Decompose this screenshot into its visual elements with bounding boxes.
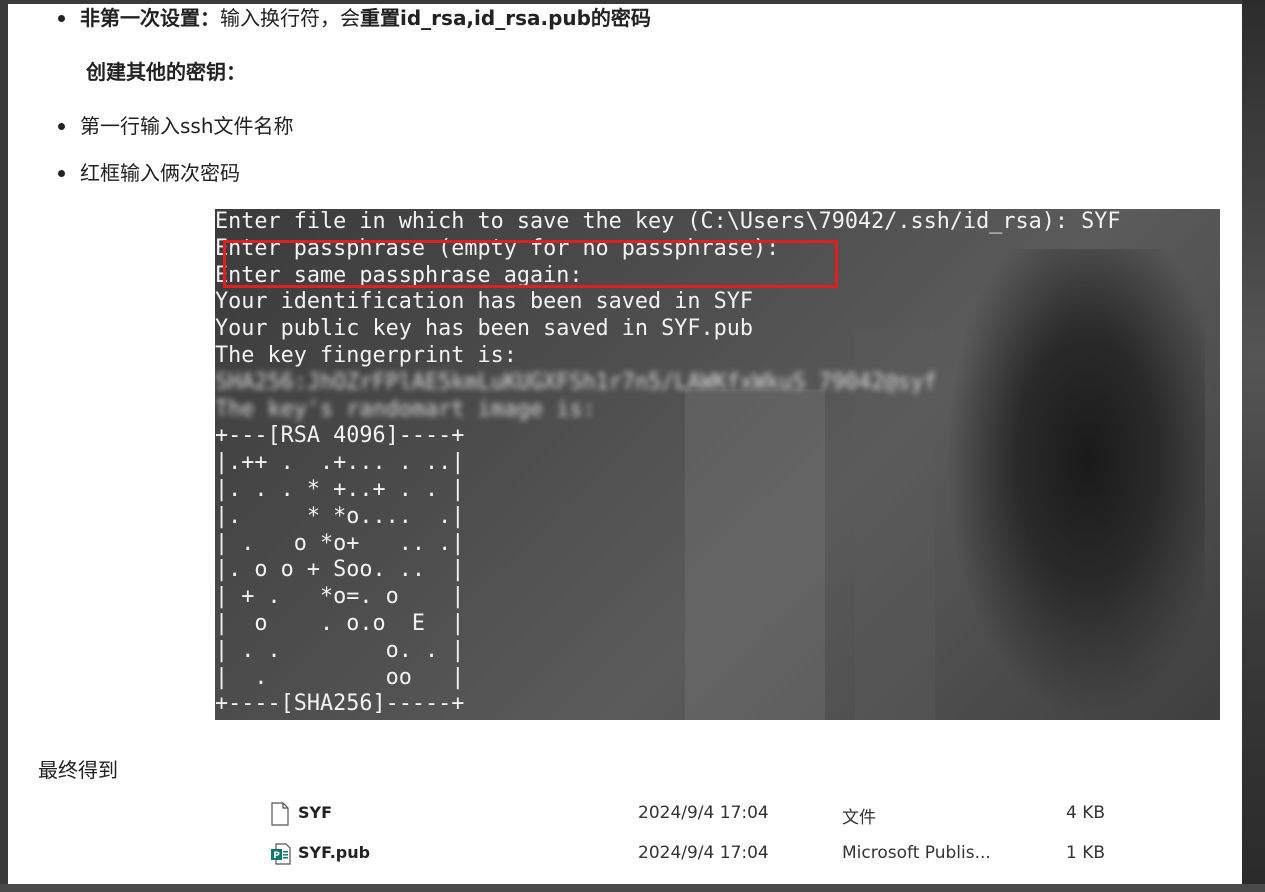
highlight-box — [223, 240, 838, 288]
terminal-line-blurred: SHA256:JhOZrFPlAE5kmLuKUGXFSh1r7n5/LAWKf… — [215, 369, 937, 395]
terminal-line: | . . o. . | — [215, 637, 465, 663]
file-name: SYF — [298, 803, 333, 822]
file-icon — [270, 802, 292, 828]
bullet-text: 输入换行符，会 — [220, 6, 360, 30]
window-edge — [0, 884, 1265, 892]
terminal-line: |.++ . .+... . ..| — [215, 450, 465, 476]
bullet-bold-label: 非第一次设置： — [80, 6, 220, 30]
terminal-line: The key fingerprint is: — [215, 342, 517, 368]
bullet-item: 非第一次设置：输入换行符，会重置id_rsa,id_rsa.pub的密码 — [58, 4, 651, 32]
terminal-line: Enter file in which to save the key (C:\… — [215, 209, 1121, 234]
window-edge — [1242, 0, 1265, 892]
bullet-item: 第一行输入ssh文件名称 — [58, 114, 294, 138]
file-type: 文件 — [842, 808, 876, 828]
terminal-line: | o . o.o E | — [215, 610, 465, 636]
section-heading: 创建其他的密钥： — [86, 60, 246, 84]
terminal-line: | . o *o+ .. .| — [215, 530, 465, 556]
terminal-line: |. . . * +..+ . . | — [215, 476, 465, 502]
terminal-line: |. o o + Soo. .. | — [215, 557, 465, 583]
publisher-file-icon: P — [270, 842, 292, 868]
file-size: 4 KB — [1066, 803, 1106, 823]
file-type: Microsoft Publis... — [842, 843, 991, 863]
terminal-line: +----[SHA256]-----+ — [215, 691, 465, 717]
bullet-bold-text: 重置id_rsa,id_rsa.pub的密码 — [360, 6, 651, 30]
terminal-line: Your identification has been saved in SY… — [215, 289, 754, 315]
svg-text:P: P — [273, 851, 280, 861]
file-row[interactable]: SYF 2024/9/4 17:04 文件 4 KB — [270, 800, 1130, 830]
document-page: 非第一次设置：输入换行符，会重置id_rsa,id_rsa.pub的密码 创建其… — [8, 4, 1242, 884]
file-date: 2024/9/4 17:04 — [638, 843, 769, 863]
bullet-item: 红框输入俩次密码 — [58, 161, 240, 185]
file-size: 1 KB — [1066, 843, 1106, 863]
terminal-line-blurred: The key's randomart image is: — [215, 396, 596, 422]
result-label: 最终得到 — [38, 758, 118, 782]
terminal-line: Your public key has been saved in SYF.pu… — [215, 316, 754, 342]
file-date: 2024/9/4 17:04 — [638, 803, 769, 823]
terminal-line: +---[RSA 4096]----+ — [215, 423, 465, 449]
terminal-screenshot: Enter file in which to save the key (C:\… — [215, 209, 1220, 720]
terminal-line: |. * *o.... .| — [215, 503, 465, 529]
file-name: SYF.pub — [298, 843, 371, 862]
file-row[interactable]: P SYF.pub 2024/9/4 17:04 Microsoft Publi… — [270, 840, 1130, 870]
terminal-line: | . oo | — [215, 664, 465, 690]
terminal-line: | + . *o=. o | — [215, 584, 465, 610]
